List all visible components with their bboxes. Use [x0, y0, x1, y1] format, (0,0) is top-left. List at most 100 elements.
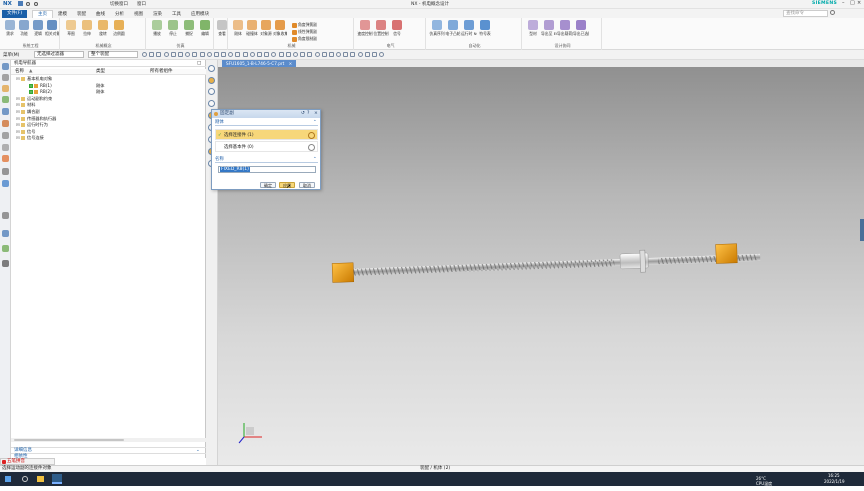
snap-point-icon[interactable] [199, 52, 205, 57]
snap-point-icon[interactable] [156, 52, 162, 57]
crosshair-icon[interactable] [308, 144, 315, 151]
ribbon-button-1-2[interactable]: 旋转 [95, 20, 111, 37]
minimize-button[interactable]: – [842, 0, 845, 6]
ribbon-button-4-1[interactable]: 碰撞体 [245, 20, 259, 37]
clock-date[interactable]: 2022/1/19 [824, 475, 845, 489]
resource-handle[interactable] [860, 219, 864, 241]
ribbon-button-0-0[interactable]: 需求 [3, 20, 17, 37]
resource-tab-icon[interactable] [2, 108, 9, 115]
search-icon[interactable] [22, 476, 28, 482]
tree-row[interactable]: ⊟ 基本机电对象 [11, 76, 206, 83]
resource-tab-icon[interactable] [2, 63, 9, 70]
resource-tab-icon[interactable] [2, 212, 9, 219]
ribbon-button-7-3[interactable]: 导出已选插件 [573, 20, 589, 37]
window-menu-button[interactable]: 窗口 [137, 1, 146, 7]
checkbox-icon[interactable] [29, 90, 33, 95]
ribbon-tab-0[interactable]: 主页 [32, 10, 53, 18]
file-tab[interactable]: 文件(F) [2, 10, 28, 18]
resource-tab-icon[interactable] [2, 74, 9, 81]
ribbon-button-1-0[interactable]: 草图 [63, 20, 79, 37]
tree-row[interactable]: ⊟ 材料 [11, 102, 206, 109]
ribbon-button-6-0[interactable]: 仿真序列 [429, 20, 445, 37]
cancel-button[interactable]: 取消 [299, 182, 315, 188]
selection-filter-dropdown[interactable]: 无选择过滤器 [34, 51, 84, 58]
snap-point-icon[interactable] [350, 52, 356, 57]
resource-tab-icon[interactable] [2, 245, 9, 252]
ribbon-button-4-3[interactable]: 对象收集器 [273, 20, 287, 37]
resource-tab-icon[interactable] [2, 180, 9, 187]
ime-indicator[interactable]: 五笔拼音 [0, 458, 55, 465]
tree-row[interactable]: ⊟ 运动副和约束 [11, 96, 206, 103]
snap-point-icon[interactable] [149, 52, 155, 57]
close-icon[interactable]: × [314, 110, 318, 118]
scope-dropdown[interactable]: 整个装配 [88, 51, 138, 58]
snap-point-icon[interactable] [242, 52, 248, 57]
menu-button[interactable]: 菜单(M) [3, 52, 19, 58]
maximize-button[interactable]: □ [850, 0, 855, 6]
save-icon[interactable] [18, 1, 23, 6]
ribbon-button-4-0[interactable]: 刚体 [231, 20, 245, 37]
expand-toggle-icon[interactable]: ⊟ [16, 135, 20, 142]
checkbox-icon[interactable] [29, 83, 33, 88]
help-icon[interactable]: ? [307, 110, 309, 118]
expand-toggle-icon[interactable]: ⊟ [16, 122, 20, 129]
expand-toggle-icon[interactable]: ⊟ [16, 109, 20, 116]
undo-icon[interactable] [26, 2, 30, 6]
snap-point-icon[interactable] [235, 52, 241, 57]
ribbon-button-1-3[interactable]: 边倒圆 [111, 20, 127, 37]
snap-point-icon[interactable] [213, 52, 219, 57]
snap-point-icon[interactable] [221, 52, 227, 57]
horizontal-scrollbar[interactable] [11, 438, 206, 442]
resource-tab-icon[interactable] [2, 85, 9, 92]
redo-icon[interactable] [34, 2, 38, 6]
name-section[interactable]: 名称 ⌃ [215, 157, 318, 163]
snap-point-icon[interactable] [185, 52, 191, 57]
snap-point-icon[interactable] [379, 52, 385, 57]
column-owner[interactable]: 所有者组件 [150, 69, 173, 75]
tree-row[interactable]: RB(2) 刚体 [11, 89, 206, 96]
snap-point-icon[interactable] [300, 52, 306, 57]
resource-tab-icon[interactable] [2, 144, 9, 151]
snap-point-icon[interactable] [257, 52, 262, 57]
expand-toggle-icon[interactable]: ⊟ [16, 129, 20, 136]
nx-taskbar-icon[interactable] [52, 474, 62, 484]
resource-tab-icon[interactable] [2, 168, 9, 175]
ribbon-button-6-2[interactable]: 运行时 NC [461, 20, 477, 37]
close-tab-icon[interactable]: × [289, 61, 293, 66]
expand-toggle-icon[interactable]: ⊟ [16, 102, 20, 109]
close-button[interactable]: × [857, 0, 861, 6]
ribbon-button-2-3[interactable]: 编辑 [197, 20, 213, 37]
ribbon-button-3-0[interactable]: 查看 [217, 20, 227, 37]
ribbon-small-button-4-4[interactable]: 角度弹簧副 [292, 22, 317, 28]
screw-shaft[interactable] [331, 243, 761, 284]
resource-tab-icon[interactable] [2, 120, 9, 127]
select-base-row[interactable]: 选择基本件 (0) [215, 141, 318, 152]
ribbon-small-button-4-5[interactable]: 线性弹簧副 [292, 29, 317, 35]
rigid-body-section[interactable]: 刚体 ⌃ [215, 120, 318, 126]
snap-point-icon[interactable] [364, 52, 370, 57]
ribbon-button-4-2[interactable]: 对象源 [259, 20, 273, 37]
snap-point-icon[interactable] [249, 52, 255, 57]
search-icon[interactable] [830, 10, 835, 15]
ribbon-button-5-1[interactable]: 位置控制 [373, 20, 389, 37]
resource-tab-icon[interactable] [2, 230, 9, 237]
snap-point-icon[interactable] [142, 52, 147, 57]
reset-icon[interactable]: ↺ [301, 110, 305, 118]
snap-point-icon[interactable] [357, 52, 363, 57]
ribbon-button-0-2[interactable]: 逻辑 [31, 20, 45, 37]
crosshair-icon[interactable] [308, 132, 315, 139]
snap-point-icon[interactable] [163, 52, 169, 57]
maximize-panel-icon[interactable]: □ [197, 60, 201, 67]
chevron-up-icon[interactable]: ⌃ [313, 120, 317, 126]
snap-point-icon[interactable] [271, 52, 277, 57]
chevron-up-icon[interactable]: ⌃ [313, 157, 317, 163]
snap-point-icon[interactable] [343, 52, 349, 57]
command-search-input[interactable]: 查找命令 [783, 10, 828, 17]
snap-point-icon[interactable] [307, 52, 313, 57]
switch-window-button[interactable]: 切换窗口 [110, 1, 128, 7]
expand-toggle-icon[interactable]: ⊟ [16, 96, 20, 103]
part-file-tab[interactable]: SFU1605_1-B-L746-5-C7.prt × [222, 60, 297, 67]
resource-tab-icon[interactable] [2, 132, 9, 139]
snap-point-icon[interactable] [314, 52, 320, 57]
ribbon-button-7-0[interactable]: 型材 [525, 20, 541, 37]
